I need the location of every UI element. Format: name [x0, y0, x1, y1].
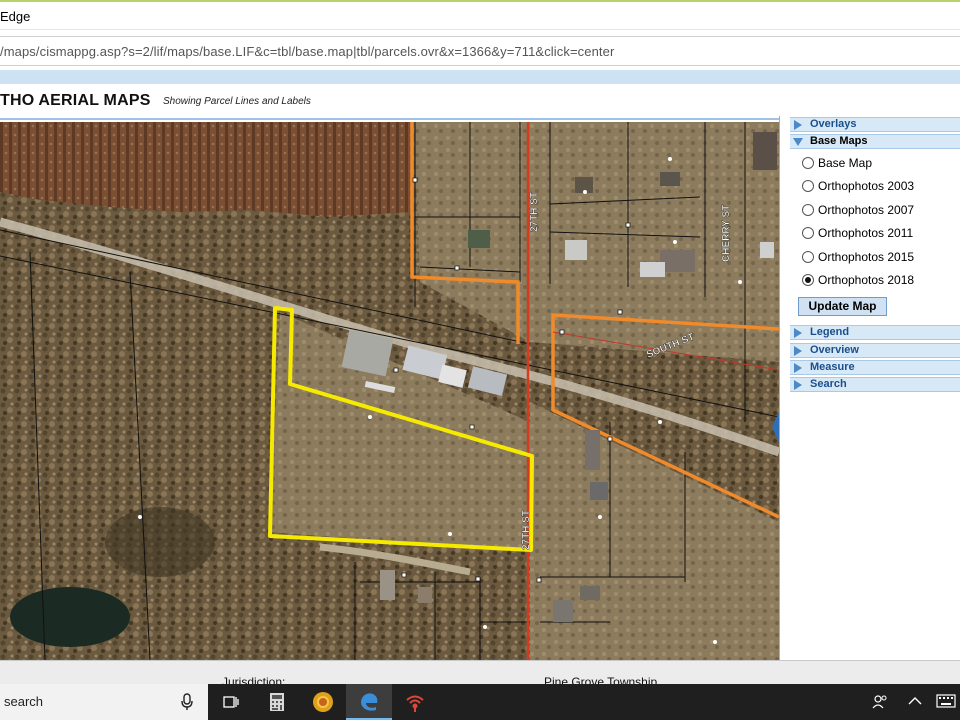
street-label-cherry-st: CHERRY ST	[721, 205, 732, 262]
chrome-icon[interactable]	[300, 684, 346, 720]
street-label-27th-st-south: 27TH ST	[521, 510, 532, 550]
overlays-label: Overlays	[810, 118, 857, 130]
windows-taskbar: search	[0, 684, 960, 720]
measure-label: Measure	[810, 361, 855, 373]
radio-button[interactable]	[802, 251, 814, 263]
panel-overlays-header[interactable]: Overlays	[790, 117, 960, 132]
legend-label: Legend	[810, 326, 850, 338]
radio-button[interactable]	[802, 227, 814, 239]
expand-arrow-icon	[794, 120, 802, 130]
search-label: Search	[810, 378, 847, 390]
page-subtitle: Showing Parcel Lines and Labels	[163, 96, 311, 107]
wifi-app-icon[interactable]	[392, 684, 438, 720]
panel-overview-header[interactable]: Overview	[790, 343, 960, 358]
aerial-map-canvas[interactable]: 27TH ST CHERRY ST SOUTH ST 27TH ST	[0, 122, 779, 660]
panel-search-header[interactable]: Search	[790, 377, 960, 392]
basemaps-label: Base Maps	[810, 135, 868, 147]
keyboard-icon[interactable]	[936, 694, 956, 708]
page-top-strip	[0, 70, 960, 84]
address-bar[interactable]: /maps/cismappg.asp?s=2/lif/maps/base.LIF…	[0, 36, 960, 66]
update-map-button[interactable]: Update Map	[798, 297, 887, 316]
overview-label: Overview	[810, 344, 859, 356]
radio-button[interactable]	[802, 180, 814, 192]
radio-button[interactable]	[802, 157, 814, 169]
address-url[interactable]: /maps/cismappg.asp?s=2/lif/maps/base.LIF…	[0, 44, 614, 59]
task-view-icon[interactable]	[208, 684, 254, 720]
expand-arrow-icon	[794, 346, 802, 356]
edge-icon[interactable]	[346, 684, 392, 720]
expand-arrow-icon	[794, 328, 802, 338]
panel-basemaps-header[interactable]: Base Maps	[790, 134, 960, 149]
chevron-up-icon[interactable]	[908, 696, 922, 706]
parcel-info-strip: Jurisdiction: Pine Grove Township	[0, 660, 960, 689]
collapse-arrow-icon	[793, 138, 803, 146]
people-icon[interactable]	[872, 694, 888, 710]
calculator-icon[interactable]	[254, 684, 300, 720]
panel-legend-header[interactable]: Legend	[790, 325, 960, 340]
map-control-panel: Overlays Base Maps Base Map Orthophotos …	[779, 116, 960, 660]
microphone-icon[interactable]	[180, 693, 194, 711]
pond	[10, 587, 130, 647]
expand-arrow-icon	[794, 363, 802, 373]
page-title: THO AERIAL MAPS	[0, 92, 151, 109]
taskbar-search-box[interactable]: search	[0, 684, 208, 720]
taskbar-search-text[interactable]: search	[4, 694, 43, 709]
radio-button-selected[interactable]	[802, 274, 814, 286]
street-label-27th-st: 27TH ST	[529, 192, 540, 232]
aerial-map[interactable]: 27TH ST CHERRY ST SOUTH ST 27TH ST	[0, 122, 779, 660]
system-tray	[870, 684, 960, 720]
window-title: Edge	[0, 9, 31, 24]
panel-measure-header[interactable]: Measure	[790, 360, 960, 375]
page-header: THO AERIAL MAPS Showing Parcel Lines and…	[0, 84, 960, 120]
window-title-bar: Edge	[0, 0, 960, 30]
expand-arrow-icon	[794, 380, 802, 390]
radio-button[interactable]	[802, 204, 814, 216]
